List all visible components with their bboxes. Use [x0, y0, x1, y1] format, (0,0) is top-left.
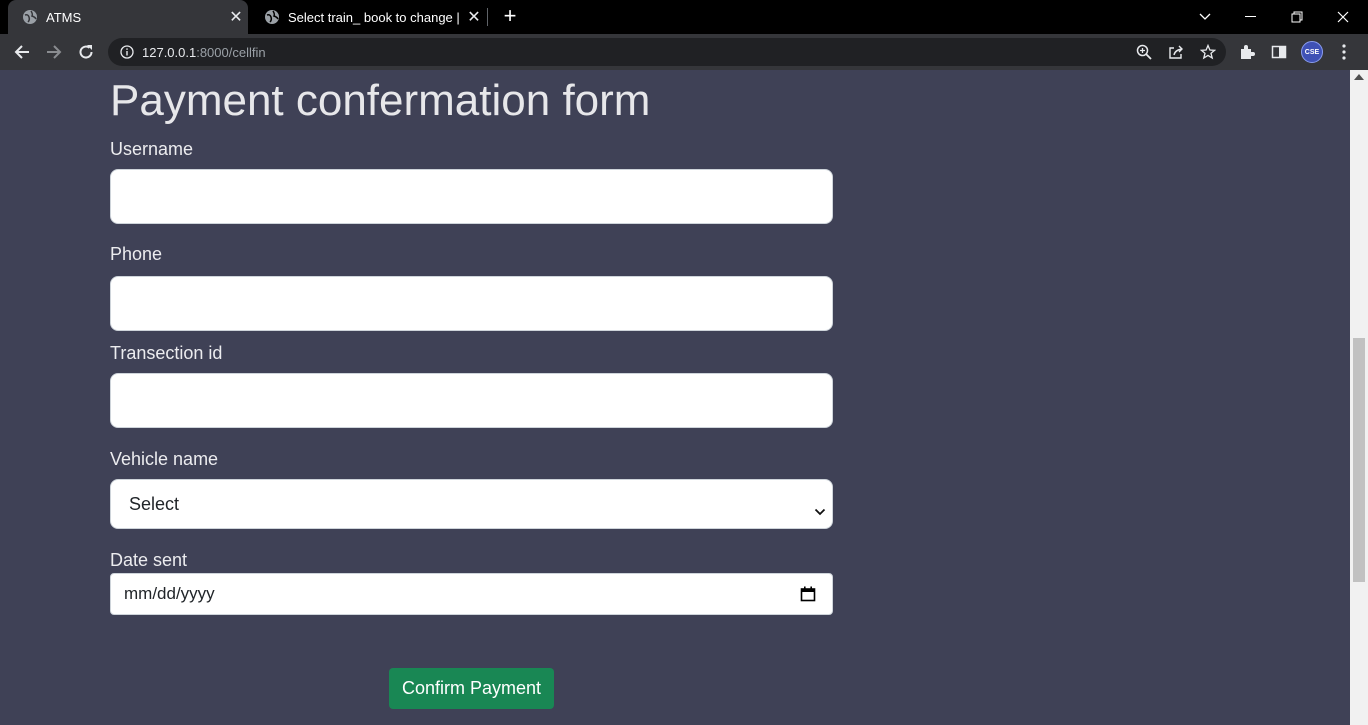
reload-icon[interactable] [72, 38, 100, 66]
url-host: 127.0.0.1 [142, 44, 197, 60]
username-label: Username [110, 139, 194, 159]
zoom-icon[interactable] [1134, 42, 1154, 62]
phone-label: Phone [110, 244, 163, 264]
page-title: Payment confermation form [110, 76, 651, 125]
calendar-icon[interactable] [800, 586, 816, 607]
minimize-icon[interactable] [1228, 0, 1274, 34]
restore-icon[interactable] [1274, 0, 1320, 34]
avatar: CSE [1301, 41, 1323, 63]
page-scrollbar[interactable] [1350, 70, 1368, 725]
vehicle-name-label: Vehicle name [110, 449, 219, 469]
extensions-puzzle-icon[interactable] [1233, 38, 1261, 66]
username-input[interactable] [110, 169, 833, 224]
chevron-down-icon [814, 500, 826, 521]
side-panel-icon[interactable] [1265, 38, 1293, 66]
tab-atms[interactable]: ATMS ✕ [8, 0, 248, 34]
tab-title: ATMS [46, 9, 82, 25]
address-bar[interactable]: 127.0.0.1:8000/cellfin [108, 38, 1226, 66]
tab-select-train[interactable]: Select train_ book to change | Dj ✕ [250, 0, 486, 34]
url-text: 127.0.0.1:8000/cellfin [142, 45, 266, 60]
bookmark-star-icon[interactable] [1198, 42, 1218, 62]
date-placeholder: mm/dd/yyyy [124, 584, 215, 603]
close-icon[interactable]: ✕ [224, 7, 248, 27]
transaction-id-label: Transection id [110, 343, 223, 363]
page-content: Payment confermation form Username Phone… [0, 70, 1350, 725]
tab-separator [487, 8, 488, 26]
forward-arrow-icon[interactable] [40, 38, 68, 66]
vehicle-selected-value: Select [129, 493, 180, 514]
globe-icon [22, 9, 38, 25]
transaction-id-input[interactable] [110, 373, 833, 428]
info-icon[interactable] [120, 45, 134, 59]
share-icon[interactable] [1166, 42, 1186, 62]
back-arrow-icon[interactable] [8, 38, 36, 66]
close-icon[interactable]: ✕ [462, 7, 486, 27]
vehicle-name-select[interactable]: Select [110, 479, 833, 529]
window-close-icon[interactable] [1320, 0, 1366, 34]
scroll-up-arrow-icon[interactable] [1354, 74, 1364, 80]
menu-kebab-icon[interactable] [1330, 38, 1358, 66]
date-sent-input[interactable]: mm/dd/yyyy [110, 573, 833, 615]
browser-titlebar: ATMS ✕ Select train_ book to change | Dj… [0, 0, 1368, 34]
phone-input[interactable] [110, 276, 833, 331]
confirm-payment-button[interactable]: Confirm Payment [389, 668, 554, 709]
scroll-thumb[interactable] [1353, 338, 1365, 582]
date-sent-label: Date sent [110, 550, 188, 570]
globe-icon [264, 9, 280, 25]
tab-title: Select train_ book to change | Dj [288, 9, 462, 25]
url-path: :8000/cellfin [196, 44, 266, 60]
tab-search-chevron-icon[interactable] [1182, 0, 1228, 34]
browser-toolbar: 127.0.0.1:8000/cellfin CSE [0, 34, 1368, 70]
profile-avatar[interactable]: CSE [1298, 38, 1326, 66]
new-tab-icon[interactable]: + [498, 4, 522, 28]
